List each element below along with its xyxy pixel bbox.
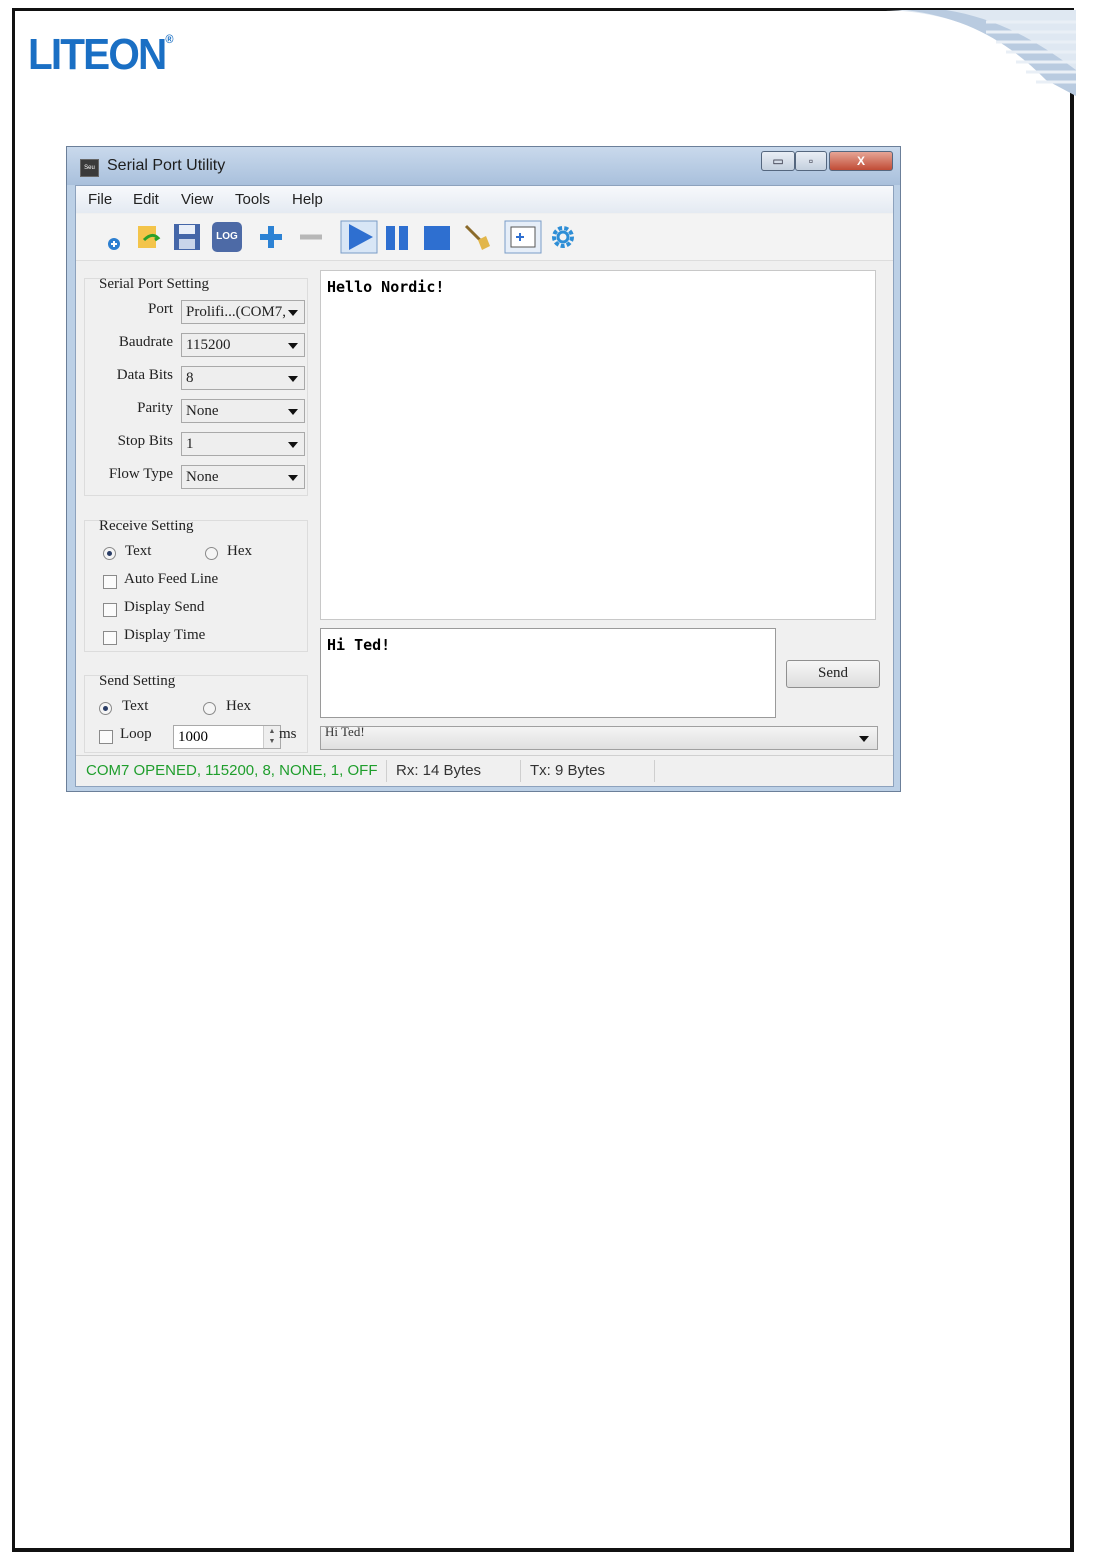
receive-text-area[interactable]: Hello Nordic!: [320, 270, 876, 620]
rx-count: Rx: 14 Bytes: [396, 762, 482, 779]
receive-text-label: Text: [125, 543, 152, 559]
minimize-button[interactable]: ▭: [761, 151, 795, 171]
menu-bar: File Edit View Tools Help: [76, 186, 893, 213]
window-client-area: File Edit View Tools Help LOG Serial Por…: [75, 185, 894, 787]
data-bits-label: Data Bits: [116, 367, 173, 383]
clear-icon[interactable]: [462, 222, 492, 252]
receive-hex-radio[interactable]: [205, 547, 218, 560]
send-setting-group: Send Setting Text Hex Loop 1000 ▲ ▼ ms: [84, 673, 308, 753]
status-separator: [654, 760, 655, 782]
serial-port-setting-group: Serial Port Setting Port Prolifi...(COM7…: [84, 276, 308, 496]
window-titlebar[interactable]: Seu Serial Port Utility ▭ ▫ X: [67, 147, 900, 185]
menu-tools[interactable]: Tools: [235, 191, 270, 208]
display-send-label: Display Send: [124, 599, 205, 615]
parity-select[interactable]: None: [181, 399, 305, 423]
flow-type-label: Flow Type: [108, 466, 173, 482]
maximize-button[interactable]: ▫: [795, 151, 827, 171]
chevron-down-icon: [288, 376, 298, 382]
tx-count: Tx: 9 Bytes: [530, 762, 606, 779]
app-icon: Seu: [80, 159, 99, 177]
chevron-down-icon: [288, 442, 298, 448]
send-hex-label: Hex: [226, 698, 251, 714]
menu-help[interactable]: Help: [292, 191, 323, 208]
receive-setting-group: Receive Setting Text Hex Auto Feed Line …: [84, 518, 308, 652]
port-select[interactable]: Prolifi...(COM7,: [181, 300, 305, 324]
send-setting-title: Send Setting: [99, 673, 176, 689]
display-time-checkbox[interactable]: [103, 631, 117, 645]
receive-setting-title: Receive Setting: [99, 518, 194, 534]
menu-view[interactable]: View: [181, 191, 213, 208]
toolbar: LOG: [76, 214, 893, 261]
data-bits-select[interactable]: 8: [181, 366, 305, 390]
display-send-checkbox[interactable]: [103, 603, 117, 617]
display-time-label: Display Time: [124, 627, 206, 643]
chevron-down-icon: [859, 736, 869, 742]
log-icon[interactable]: LOG: [212, 222, 242, 252]
stop-bits-label: Stop Bits: [117, 433, 173, 449]
send-history-select[interactable]: Hi Ted!: [320, 726, 878, 750]
settings-icon[interactable]: [548, 222, 578, 252]
receive-text-radio[interactable]: [103, 547, 116, 560]
port-label: Port: [147, 301, 173, 317]
close-button[interactable]: X: [829, 151, 893, 171]
send-text-area[interactable]: Hi Ted!: [320, 628, 776, 718]
remove-icon[interactable]: [296, 222, 326, 252]
menu-file[interactable]: File: [88, 191, 112, 208]
status-bar: COM7 OPENED, 115200, 8, NONE, 1, OFF Rx:…: [76, 755, 893, 786]
send-button[interactable]: Send: [786, 660, 880, 688]
serial-port-utility-window: Seu Serial Port Utility ▭ ▫ X File Edit …: [66, 146, 901, 792]
new-icon[interactable]: [100, 222, 130, 252]
open-icon[interactable]: [134, 222, 164, 252]
serial-port-setting-title: Serial Port Setting: [99, 276, 209, 292]
corner-swoosh-decoration: [886, 10, 1076, 96]
add-icon[interactable]: [256, 222, 286, 252]
baudrate-label: Baudrate: [118, 334, 173, 350]
chevron-down-icon: [288, 409, 298, 415]
chevron-down-icon: [288, 475, 298, 481]
window-title: Serial Port Utility: [107, 157, 226, 174]
save-icon[interactable]: [172, 222, 202, 252]
loop-checkbox[interactable]: [99, 730, 113, 744]
auto-feed-line-label: Auto Feed Line: [124, 571, 219, 587]
baudrate-select[interactable]: 115200: [181, 333, 305, 357]
send-text-radio[interactable]: [99, 702, 112, 715]
loop-unit-label: ms: [279, 726, 297, 742]
menu-edit[interactable]: Edit: [133, 191, 159, 208]
stop-bits-select[interactable]: 1: [181, 432, 305, 456]
loop-interval-input[interactable]: 1000 ▲ ▼: [173, 725, 281, 749]
chevron-down-icon: [288, 310, 298, 316]
liteon-logo: LITEON®: [28, 30, 173, 79]
play-icon[interactable]: [340, 220, 378, 254]
stop-icon[interactable]: [422, 222, 452, 252]
connection-status: COM7 OPENED, 115200, 8, NONE, 1, OFF: [86, 762, 378, 779]
status-separator: [520, 760, 521, 782]
receive-hex-label: Hex: [227, 543, 252, 559]
window-icon[interactable]: [504, 220, 542, 254]
send-text-label: Text: [122, 698, 149, 714]
auto-feed-line-checkbox[interactable]: [103, 575, 117, 589]
status-separator: [386, 760, 387, 782]
pause-icon[interactable]: [382, 222, 412, 252]
spinner-arrows-icon[interactable]: ▲ ▼: [263, 726, 280, 748]
flow-type-select[interactable]: None: [181, 465, 305, 489]
send-hex-radio[interactable]: [203, 702, 216, 715]
parity-label: Parity: [137, 400, 173, 416]
chevron-down-icon: [288, 343, 298, 349]
loop-label: Loop: [120, 726, 152, 742]
